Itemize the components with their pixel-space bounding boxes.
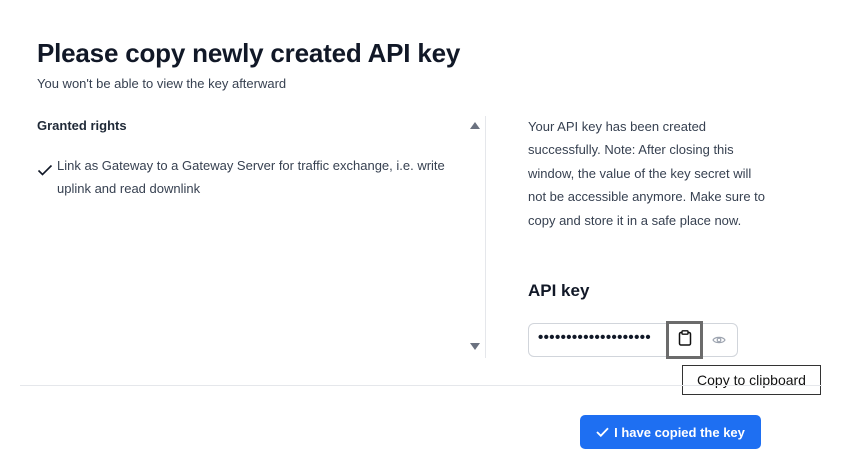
copy-tooltip: Copy to clipboard [682, 365, 821, 395]
granted-rights-heading: Granted rights [37, 118, 127, 133]
dialog-title: Please copy newly created API key [37, 38, 461, 68]
granted-rights-panel: Granted rights Link as Gateway to a Gate… [37, 118, 447, 358]
copy-to-clipboard-button[interactable] [666, 321, 703, 359]
vertical-divider [485, 116, 486, 358]
scroll-down-arrow-icon[interactable] [470, 343, 480, 350]
api-key-masked-value[interactable]: •••••••••••••••••••• [538, 329, 668, 346]
reveal-key-button[interactable] [709, 331, 729, 351]
checkmark-icon [596, 425, 609, 440]
dialog-subtitle: You won't be able to view the key afterw… [37, 76, 287, 91]
checkmark-icon [37, 163, 57, 200]
api-key-heading: API key [528, 281, 590, 300]
granted-right-item: Link as Gateway to a Gateway Server for … [37, 154, 447, 200]
rights-scrollbar[interactable] [467, 118, 483, 354]
confirm-copied-button[interactable]: I have copied the key [580, 415, 761, 449]
api-key-field[interactable]: •••••••••••••••••••• [528, 321, 738, 359]
confirm-button-label: I have copied the key [614, 424, 745, 440]
clipboard-icon [678, 329, 692, 351]
footer-divider [20, 385, 822, 386]
info-message: Your API key has been created successful… [528, 119, 766, 228]
granted-right-label: Link as Gateway to a Gateway Server for … [57, 158, 445, 196]
eye-icon [712, 332, 726, 350]
scroll-up-arrow-icon[interactable] [470, 122, 480, 129]
